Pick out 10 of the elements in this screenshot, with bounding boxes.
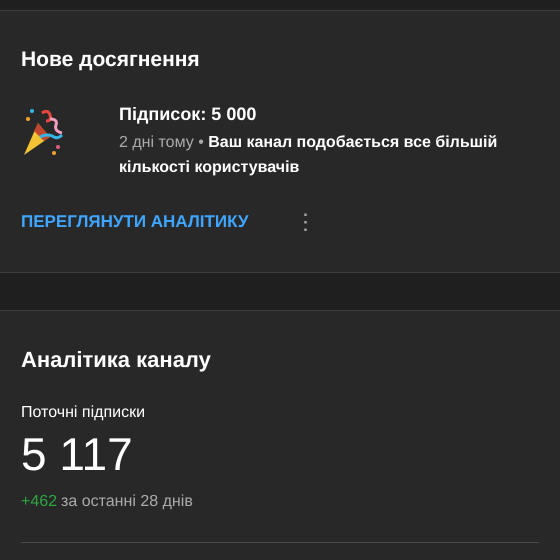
delta-value: +462 — [21, 492, 58, 512]
metric-value: 5 117 — [21, 429, 134, 480]
delta-period: за останні 28 днів — [61, 492, 193, 512]
achievement-headline: Підписок: 5 000 — [119, 104, 258, 126]
view-analytics-link[interactable]: ПЕРЕГЛЯНУТИ АНАЛІТИКУ — [21, 208, 248, 234]
card-title: Нове досягнення — [21, 47, 201, 72]
more-menu-button[interactable]: ⋮ — [288, 210, 322, 233]
card-title: Аналітика каналу — [21, 347, 212, 374]
achievement-description: 2 дні тому • Ваш канал подобається все більшій кількості користувачів — [119, 132, 498, 178]
metric-label: Поточні підписки — [21, 403, 146, 424]
